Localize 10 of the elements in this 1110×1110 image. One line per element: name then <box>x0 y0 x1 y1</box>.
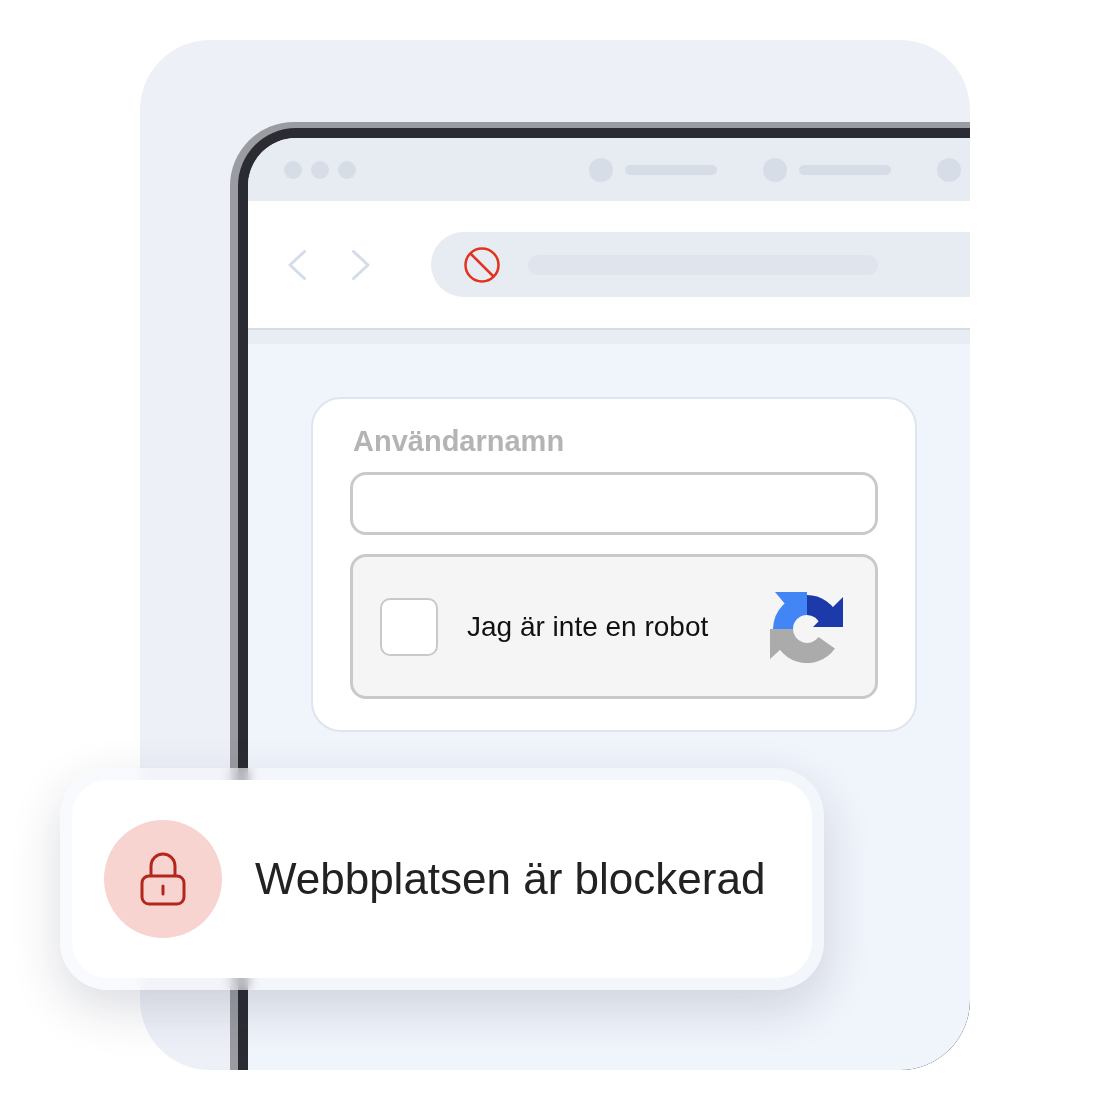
captcha-checkbox[interactable] <box>380 597 438 656</box>
circular-arrows-icon <box>769 590 845 663</box>
chevron-right-icon[interactable] <box>352 249 370 280</box>
captcha-label: Jag är inte en robot <box>467 609 709 644</box>
address-bar[interactable] <box>431 232 970 297</box>
username-field[interactable] <box>350 472 878 535</box>
prohibited-icon <box>464 246 500 283</box>
alert-message: Webbplatsen är blockerad <box>255 853 766 905</box>
username-label: Användarnamn <box>353 425 565 457</box>
chevron-left-icon[interactable] <box>288 249 306 280</box>
